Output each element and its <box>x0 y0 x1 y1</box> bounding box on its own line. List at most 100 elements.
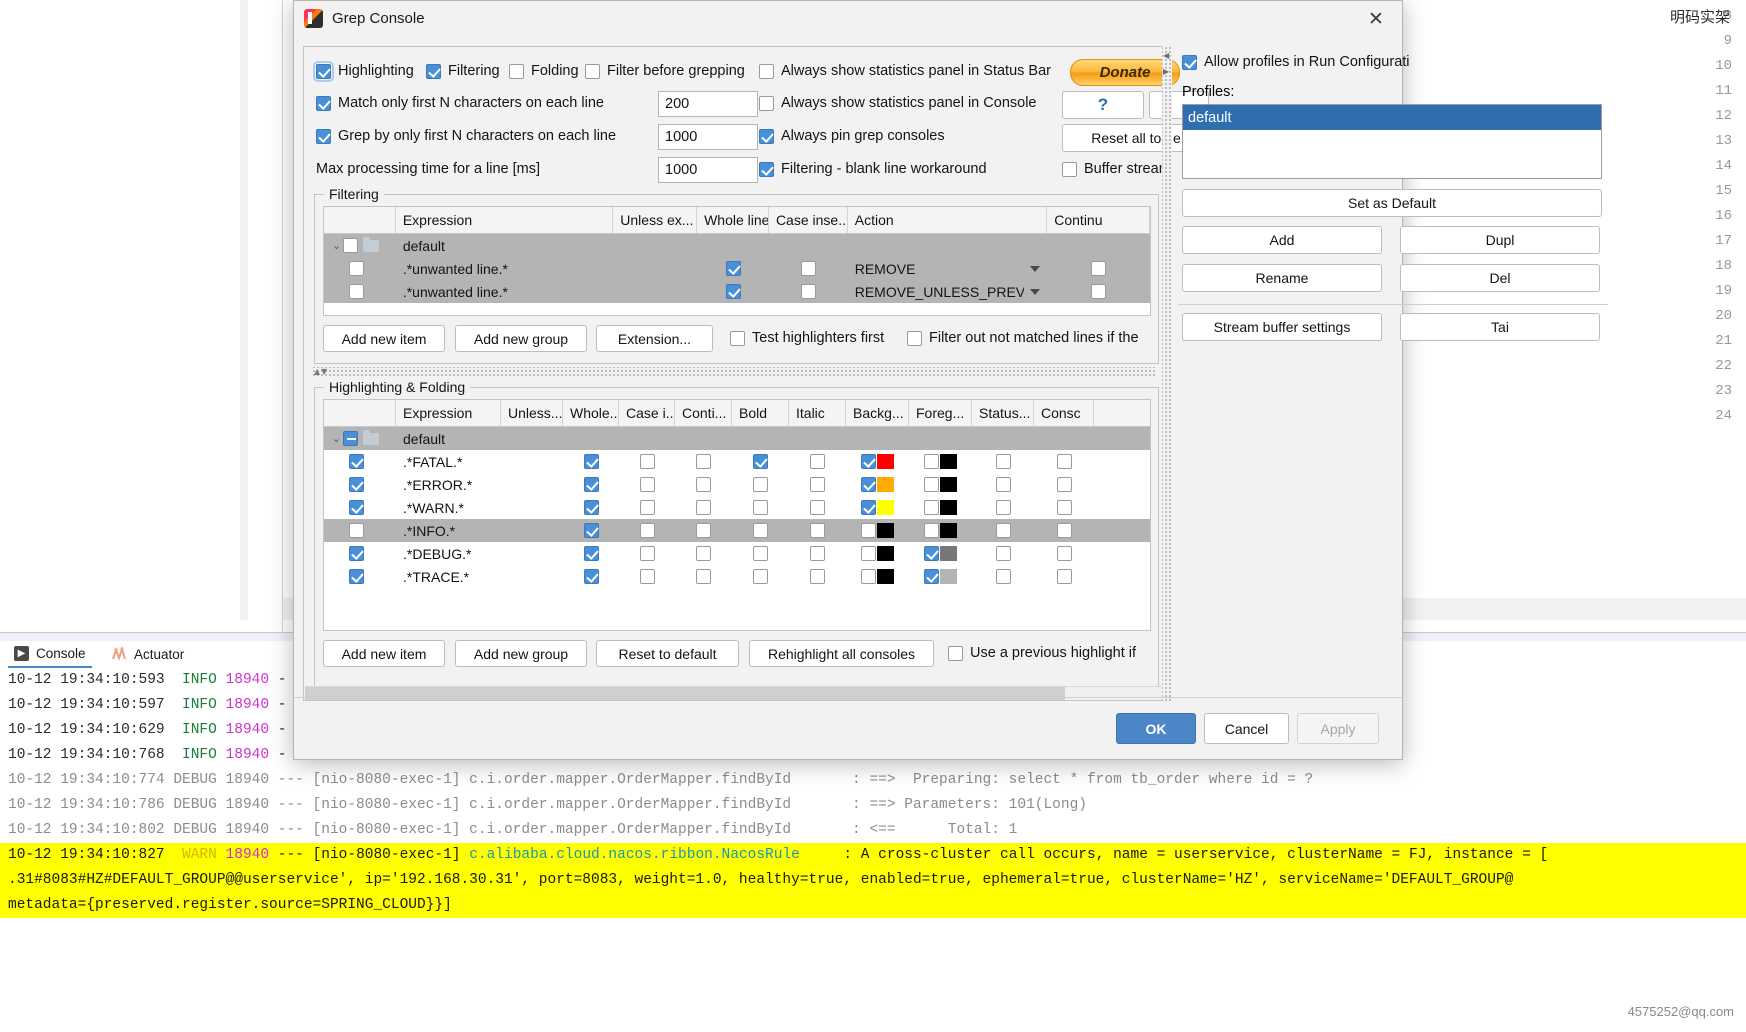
cell-console[interactable] <box>1034 427 1094 450</box>
console-checkbox[interactable] <box>1057 523 1072 538</box>
filtering-add-new-group-button[interactable]: Add new group <box>455 325 587 352</box>
cell-continue[interactable] <box>1047 234 1150 257</box>
cell-case-insensitive-checkbox[interactable] <box>640 523 655 538</box>
chevron-down-icon[interactable]: ⌄ <box>330 239 343 252</box>
foreground-color-pair[interactable] <box>909 569 972 584</box>
chevron-down-icon[interactable] <box>1030 289 1040 295</box>
background-checkbox[interactable] <box>861 454 876 469</box>
background-color-pair[interactable] <box>846 454 909 469</box>
group-enable-checkbox[interactable] <box>343 238 358 253</box>
foreground-color-pair[interactable] <box>909 454 972 469</box>
foreground-checkbox[interactable] <box>924 523 939 538</box>
cell-expression[interactable]: default <box>396 234 613 257</box>
background-checkbox[interactable] <box>861 546 876 561</box>
cell-bold[interactable] <box>732 473 789 496</box>
cell-case-insensitive-checkbox[interactable] <box>640 454 655 469</box>
cell-whole-line[interactable] <box>697 280 769 303</box>
row-controls[interactable] <box>324 280 396 303</box>
row-controls[interactable]: ⌄ <box>324 427 396 450</box>
color-swatch[interactable] <box>877 523 894 538</box>
cell-expression[interactable]: .*WARN.* <box>396 496 501 519</box>
cell-italic[interactable] <box>789 450 846 473</box>
case-insensitive-checkbox[interactable] <box>801 284 816 299</box>
row-enable-checkbox[interactable] <box>349 569 364 584</box>
table-row[interactable]: .*FATAL.* <box>324 450 1150 473</box>
color-swatch[interactable] <box>877 500 894 515</box>
cell-expression[interactable]: .*TRACE.* <box>396 565 501 588</box>
background-color-pair[interactable] <box>846 546 909 561</box>
cell-unless-expression[interactable] <box>501 565 563 588</box>
cell-case-insensitive[interactable] <box>769 234 848 257</box>
cell-bold-checkbox[interactable] <box>753 546 768 561</box>
filtering-add-new-item-button[interactable]: Add new item <box>323 325 445 352</box>
cell-bold-checkbox[interactable] <box>753 569 768 584</box>
cell-status[interactable] <box>972 496 1034 519</box>
cell-case-insensitive[interactable] <box>619 542 675 565</box>
cell-expression[interactable]: .*INFO.* <box>396 519 501 542</box>
row-enable-checkbox[interactable] <box>349 477 364 492</box>
cell-case-insensitive-checkbox[interactable] <box>640 546 655 561</box>
row-enable-checkbox[interactable] <box>349 454 364 469</box>
cell-background[interactable] <box>846 427 909 450</box>
cell-whole-line[interactable] <box>563 542 619 565</box>
cell-continue[interactable] <box>675 565 732 588</box>
color-swatch[interactable] <box>877 477 894 492</box>
cell-console[interactable] <box>1034 565 1094 588</box>
cell-unless-expression[interactable] <box>501 473 563 496</box>
table-row[interactable]: ⌄ default <box>324 234 1150 257</box>
continue-checkbox[interactable] <box>1091 284 1106 299</box>
cell-unless-expression[interactable] <box>501 450 563 473</box>
cell-case-insensitive[interactable] <box>619 565 675 588</box>
status-checkbox[interactable] <box>996 569 1011 584</box>
cell-whole-line-checkbox[interactable] <box>584 569 599 584</box>
row-controls[interactable] <box>324 519 396 542</box>
cell-italic-checkbox[interactable] <box>810 546 825 561</box>
cell-whole-line[interactable] <box>563 519 619 542</box>
cell-continue-checkbox[interactable] <box>696 546 711 561</box>
cell-whole-line-checkbox[interactable] <box>584 523 599 538</box>
cell-whole-line[interactable] <box>563 565 619 588</box>
checkbox-grep-first-n[interactable]: Grep by only first N characters on each … <box>316 128 616 144</box>
cell-italic-checkbox[interactable] <box>810 454 825 469</box>
cell-case-insensitive-checkbox[interactable] <box>640 477 655 492</box>
cell-expression[interactable]: .*unwanted line.* <box>396 280 613 303</box>
row-enable-checkbox[interactable] <box>349 546 364 561</box>
cell-foreground[interactable] <box>909 427 972 450</box>
cell-expression[interactable]: .*FATAL.* <box>396 450 501 473</box>
background-color-pair[interactable] <box>846 500 909 515</box>
table-row[interactable]: ⌄default <box>324 427 1150 450</box>
row-controls[interactable] <box>324 450 396 473</box>
column-header[interactable]: Whole line <box>697 207 769 233</box>
highlighting-checkbox-box[interactable] <box>316 64 331 79</box>
foreground-checkbox[interactable] <box>924 500 939 515</box>
cell-foreground[interactable] <box>909 473 972 496</box>
checkbox-filter-before-grepping[interactable]: Filter before grepping <box>585 63 745 79</box>
column-header[interactable]: Conti... <box>675 400 732 426</box>
splitter-arrows-icon[interactable]: ▲▼ <box>314 367 328 376</box>
column-header[interactable] <box>324 207 396 233</box>
cell-continue[interactable] <box>675 496 732 519</box>
cell-bold[interactable] <box>732 450 789 473</box>
cell-bold[interactable] <box>732 542 789 565</box>
duplicate-profile-button[interactable]: Dupl <box>1400 226 1600 254</box>
color-swatch[interactable] <box>940 500 957 515</box>
cell-case-insensitive-checkbox[interactable] <box>640 569 655 584</box>
background-color-pair[interactable] <box>846 523 909 538</box>
cell-foreground[interactable] <box>909 450 972 473</box>
cell-case-insensitive[interactable] <box>619 496 675 519</box>
checkbox-stats-console[interactable]: Always show statistics panel in Console <box>759 95 1036 111</box>
cell-continue-checkbox[interactable] <box>696 569 711 584</box>
filtering-extension-button[interactable]: Extension... <box>596 325 713 352</box>
cell-italic[interactable] <box>789 542 846 565</box>
folding-checkbox-box[interactable] <box>509 64 524 79</box>
cell-continue-checkbox[interactable] <box>696 477 711 492</box>
reset-to-default-button[interactable]: Reset to default <box>596 640 739 667</box>
column-header[interactable]: Case i... <box>619 400 675 426</box>
allow-profiles-checkbox-box[interactable] <box>1182 55 1197 70</box>
column-header[interactable]: Expression <box>396 400 501 426</box>
column-header[interactable]: Status... <box>972 400 1034 426</box>
cell-continue-checkbox[interactable] <box>696 500 711 515</box>
cell-whole-line[interactable] <box>563 496 619 519</box>
column-header[interactable]: Unless ex... <box>613 207 697 233</box>
cell-unless-expression[interactable] <box>501 519 563 542</box>
